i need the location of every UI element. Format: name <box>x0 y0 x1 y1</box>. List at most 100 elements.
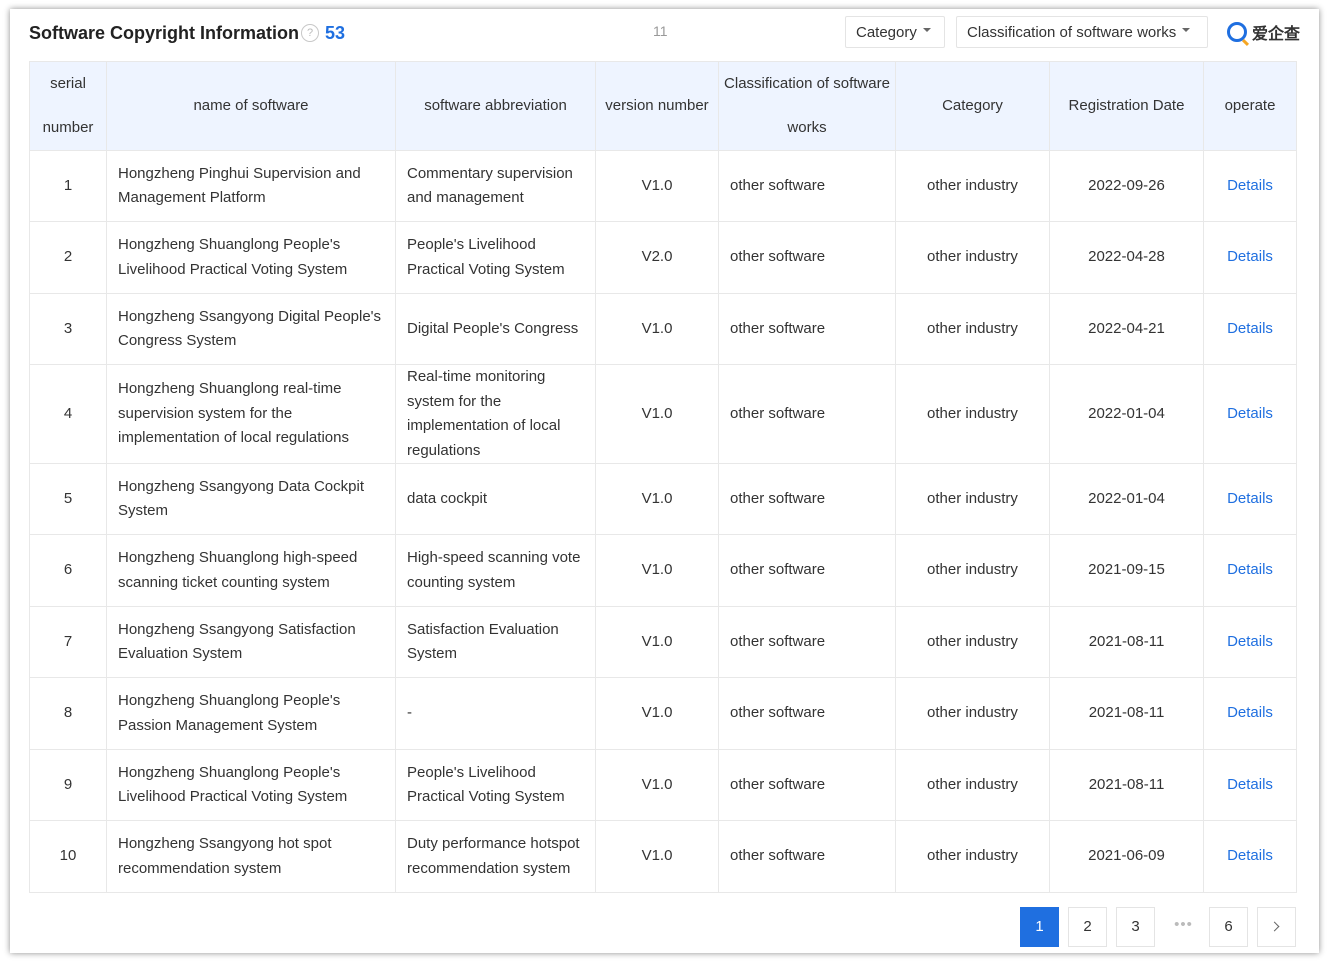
column-header-serial-line1: serial <box>50 75 86 92</box>
page-ellipsis[interactable]: ••• <box>1164 907 1203 947</box>
classification-filter-dropdown[interactable]: Classification of software works <box>956 16 1208 48</box>
row-classification: other software <box>730 775 826 793</box>
row-abbreviation-cell: High-speed scanning vote counting system <box>395 534 596 607</box>
row-software-name: Hongzheng Pinghui Supervision and Manage… <box>118 164 361 207</box>
row-registration-date-cell: 2022-04-28 <box>1049 221 1204 294</box>
row-details-link[interactable]: Details <box>1227 248 1273 265</box>
row-abbreviation-cell: Commentary supervision and management <box>395 150 596 222</box>
table-row: 9 Hongzheng Shuanglong People's Livelihoo… <box>29 749 1297 821</box>
row-details-link[interactable]: Details <box>1227 320 1273 337</box>
row-software-name: Hongzheng Ssangyong Data Cockpit System <box>118 477 364 520</box>
row-serial: 1 <box>63 176 73 194</box>
logo-text: 爱企查 <box>1252 26 1301 43</box>
row-category-cell: other industry <box>895 150 1050 222</box>
row-category: other industry <box>927 404 1018 422</box>
row-version-cell: V1.0 <box>595 293 719 365</box>
row-software-name-cell: Hongzheng Pinghui Supervision and Manage… <box>106 150 396 222</box>
page-button-1[interactable]: 1 <box>1020 907 1059 947</box>
row-serial: 9 <box>63 775 73 793</box>
column-header-registration-date: Registration Date <box>1049 61 1204 151</box>
row-software-name-cell: Hongzheng Shuanglong real-time supervisi… <box>106 364 396 464</box>
row-details-link[interactable]: Details <box>1227 633 1273 650</box>
row-details-link-cell: Details <box>1203 820 1297 893</box>
row-details-link[interactable]: Details <box>1227 847 1273 864</box>
row-abbreviation-cell: People's Livelihood Practical Voting Sys… <box>395 749 596 821</box>
page-button-2[interactable]: 2 <box>1068 907 1107 947</box>
table-row: 5 Hongzheng Ssangyong Data Cockpit System… <box>29 463 1297 535</box>
row-classification-cell: other software <box>718 221 896 294</box>
row-serial-cell: 3 <box>29 293 107 365</box>
row-software-name: Hongzheng Shuanglong People's Livelihood… <box>118 763 348 806</box>
classification-filter-label: Classification of software works <box>967 24 1177 41</box>
record-count: 53 <box>325 23 346 43</box>
row-category: other industry <box>927 632 1018 650</box>
row-registration-date: 2022-04-28 <box>1088 248 1165 266</box>
row-version-cell: V1.0 <box>595 364 719 464</box>
row-registration-date: 2021-08-11 <box>1088 704 1165 722</box>
row-details-link-cell: Details <box>1203 293 1297 365</box>
category-filter-dropdown[interactable]: Category <box>845 16 945 48</box>
row-serial-cell: 5 <box>29 463 107 535</box>
row-details-link[interactable]: Details <box>1227 704 1273 721</box>
row-classification-cell: other software <box>718 364 896 464</box>
row-version: V1.0 <box>641 632 673 650</box>
row-registration-date-cell: 2021-06-09 <box>1049 820 1204 893</box>
row-category-cell: other industry <box>895 293 1050 365</box>
row-software-name-cell: Hongzheng Ssangyong hot spot recommendat… <box>106 820 396 893</box>
row-classification-cell: other software <box>718 534 896 607</box>
table-row: 10 Hongzheng Ssangyong hot spot recommend… <box>29 820 1297 893</box>
row-serial-cell: 2 <box>29 221 107 294</box>
logo-magnifier-icon <box>1227 22 1247 42</box>
row-category: other industry <box>927 176 1018 194</box>
row-software-name: Hongzheng Ssangyong Satisfaction Evaluat… <box>118 620 356 663</box>
row-registration-date-cell: 2022-01-04 <box>1049 364 1204 464</box>
help-icon[interactable]: ? <box>301 24 319 42</box>
column-header-category: Category <box>895 61 1050 151</box>
panel-title: Software Copyright Information <box>29 23 299 43</box>
row-classification: other software <box>730 404 826 422</box>
row-software-name-cell: Hongzheng Shuanglong People's Livelihood… <box>106 749 396 821</box>
row-version-cell: V1.0 <box>595 534 719 607</box>
row-classification-cell: other software <box>718 606 896 678</box>
row-software-name-cell: Hongzheng Ssangyong Data Cockpit System <box>106 463 396 535</box>
row-version: V1.0 <box>641 319 673 337</box>
row-serial: 10 <box>59 847 77 865</box>
table-row: 8 Hongzheng Shuanglong People's Passion M… <box>29 677 1297 750</box>
row-classification: other software <box>730 248 826 266</box>
row-abbreviation: Digital People's Congress <box>407 319 579 337</box>
row-serial-cell: 7 <box>29 606 107 678</box>
page-button-last[interactable]: 6 <box>1209 907 1248 947</box>
row-abbreviation: High-speed scanning vote counting system <box>407 549 581 591</box>
row-abbreviation-cell: Satisfaction Evaluation System <box>395 606 596 678</box>
row-details-link[interactable]: Details <box>1227 177 1273 194</box>
row-abbreviation: Real-time monitoring system for the impl… <box>407 368 561 459</box>
row-details-link-cell: Details <box>1203 749 1297 821</box>
row-category-cell: other industry <box>895 221 1050 294</box>
row-category-cell: other industry <box>895 820 1050 893</box>
row-details-link-cell: Details <box>1203 221 1297 294</box>
page-button-3[interactable]: 3 <box>1116 907 1155 947</box>
row-serial: 5 <box>63 489 73 507</box>
top-page-indicator: 11 <box>653 23 668 39</box>
row-serial: 6 <box>63 561 73 579</box>
row-category: other industry <box>927 319 1018 337</box>
row-details-link[interactable]: Details <box>1227 405 1273 422</box>
row-serial: 8 <box>63 704 73 722</box>
row-software-name-cell: Hongzheng Shuanglong People's Passion Ma… <box>106 677 396 750</box>
row-abbreviation-cell: data cockpit <box>395 463 596 535</box>
row-details-link[interactable]: Details <box>1227 776 1273 793</box>
next-page-button[interactable] <box>1257 907 1296 947</box>
table-row: 1 Hongzheng Pinghui Supervision and Manag… <box>29 150 1297 222</box>
row-abbreviation: People's Livelihood Practical Voting Sys… <box>407 763 565 806</box>
row-category-cell: other industry <box>895 606 1050 678</box>
row-version-cell: V1.0 <box>595 820 719 893</box>
row-details-link[interactable]: Details <box>1227 561 1273 578</box>
aiqicha-logo[interactable]: 爱企查 <box>1227 21 1300 43</box>
table-row: 6 Hongzheng Shuanglong high-speed scannin… <box>29 534 1297 607</box>
row-category: other industry <box>927 704 1018 722</box>
row-details-link[interactable]: Details <box>1227 490 1273 507</box>
row-abbreviation-cell: Digital People's Congress <box>395 293 596 365</box>
row-version: V1.0 <box>641 176 673 194</box>
row-classification-cell: other software <box>718 293 896 365</box>
row-category: other industry <box>927 489 1018 507</box>
